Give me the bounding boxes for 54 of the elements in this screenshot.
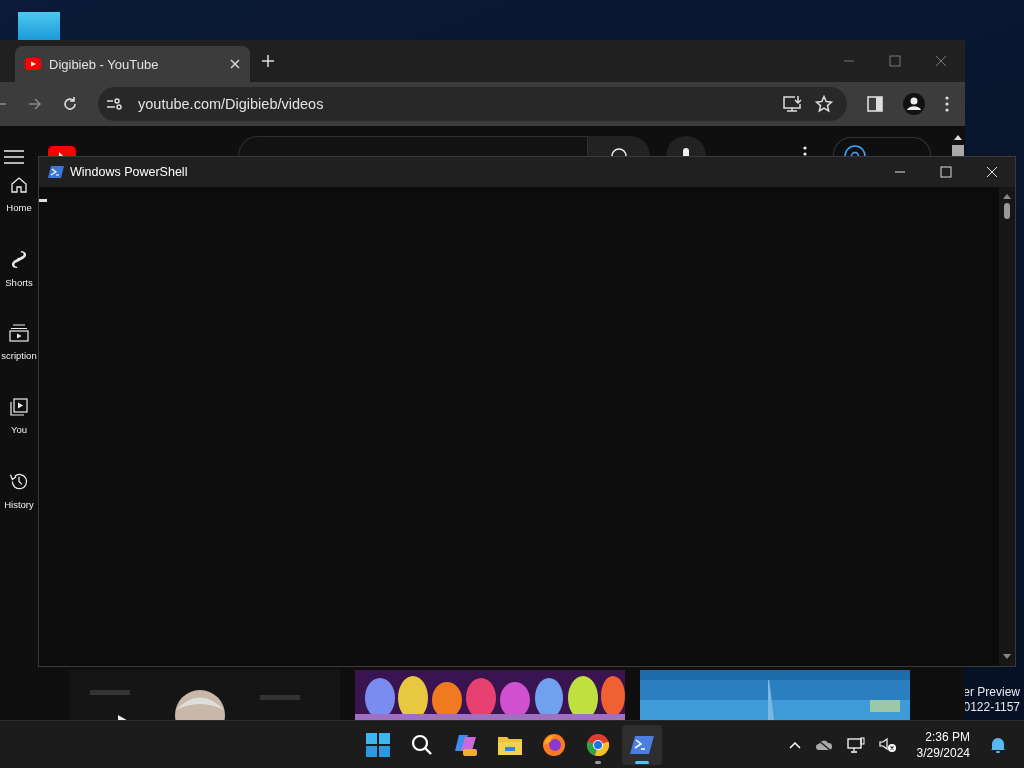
address-bar[interactable]: youtube.com/Digibieb/videos [98,87,847,121]
subscriptions-icon [9,324,29,342]
bell-icon[interactable] [990,735,1006,754]
menu-icon[interactable] [4,150,24,164]
fox-browser-icon [542,732,566,757]
play-logo-icon[interactable] [48,146,76,156]
network-icon[interactable] [846,736,865,753]
folder-icon [498,734,522,755]
sidebar-item[interactable]: You [0,398,38,436]
scroll-down-icon[interactable] [1003,654,1011,660]
scrollbar[interactable] [999,187,1015,666]
powershell-icon [48,165,64,179]
chrome-icon [586,732,610,757]
history-icon [9,472,29,491]
new-tab-icon[interactable] [262,55,274,67]
window-title: Windows PowerShell [70,165,188,179]
home-icon [10,176,28,194]
speaker-muted-icon[interactable] [878,736,897,753]
star-icon[interactable] [815,95,833,113]
watermark-text: 0122-1157 [963,700,1020,715]
shorts-icon [10,250,28,269]
reload-icon[interactable] [62,96,78,112]
site-settings-icon[interactable] [106,97,122,111]
scroll-thumb[interactable] [1004,203,1010,219]
chevron-up-icon[interactable] [788,740,801,749]
scroll-thumb[interactable] [951,145,964,156]
sidebar-item[interactable]: Shorts [0,250,38,288]
library-icon [10,398,28,416]
profile-icon[interactable] [903,93,925,115]
sidebar-item[interactable]: History [0,472,38,510]
browser-tab[interactable]: Digibieb - YouTube [15,46,250,82]
mic-icon [683,148,689,156]
menu-icon[interactable] [945,96,949,112]
more-icon[interactable] [803,146,807,156]
search-field[interactable] [238,136,588,156]
forward-icon[interactable] [28,97,42,111]
play-logo-icon [25,58,41,70]
text-cursor [39,199,47,202]
search-icon [611,148,627,156]
search-icon [411,733,433,756]
side-panel-icon[interactable] [867,96,883,112]
scroll-up-icon[interactable] [953,134,962,140]
mic-button[interactable] [666,136,706,156]
sidebar-item[interactable]: Home [0,176,38,214]
taskbar-app[interactable] [622,724,662,765]
install-app-icon[interactable] [783,95,803,113]
account-icon [844,145,866,156]
search-button[interactable] [588,136,650,156]
powershell-icon [630,734,654,755]
cloud-icon[interactable] [814,737,833,752]
clock[interactable]: 2:36 PM 3/29/2024 [916,728,970,761]
windows-logo-icon [366,732,390,757]
copilot-icon [454,732,478,757]
sidebar-item[interactable]: scription [0,324,38,362]
